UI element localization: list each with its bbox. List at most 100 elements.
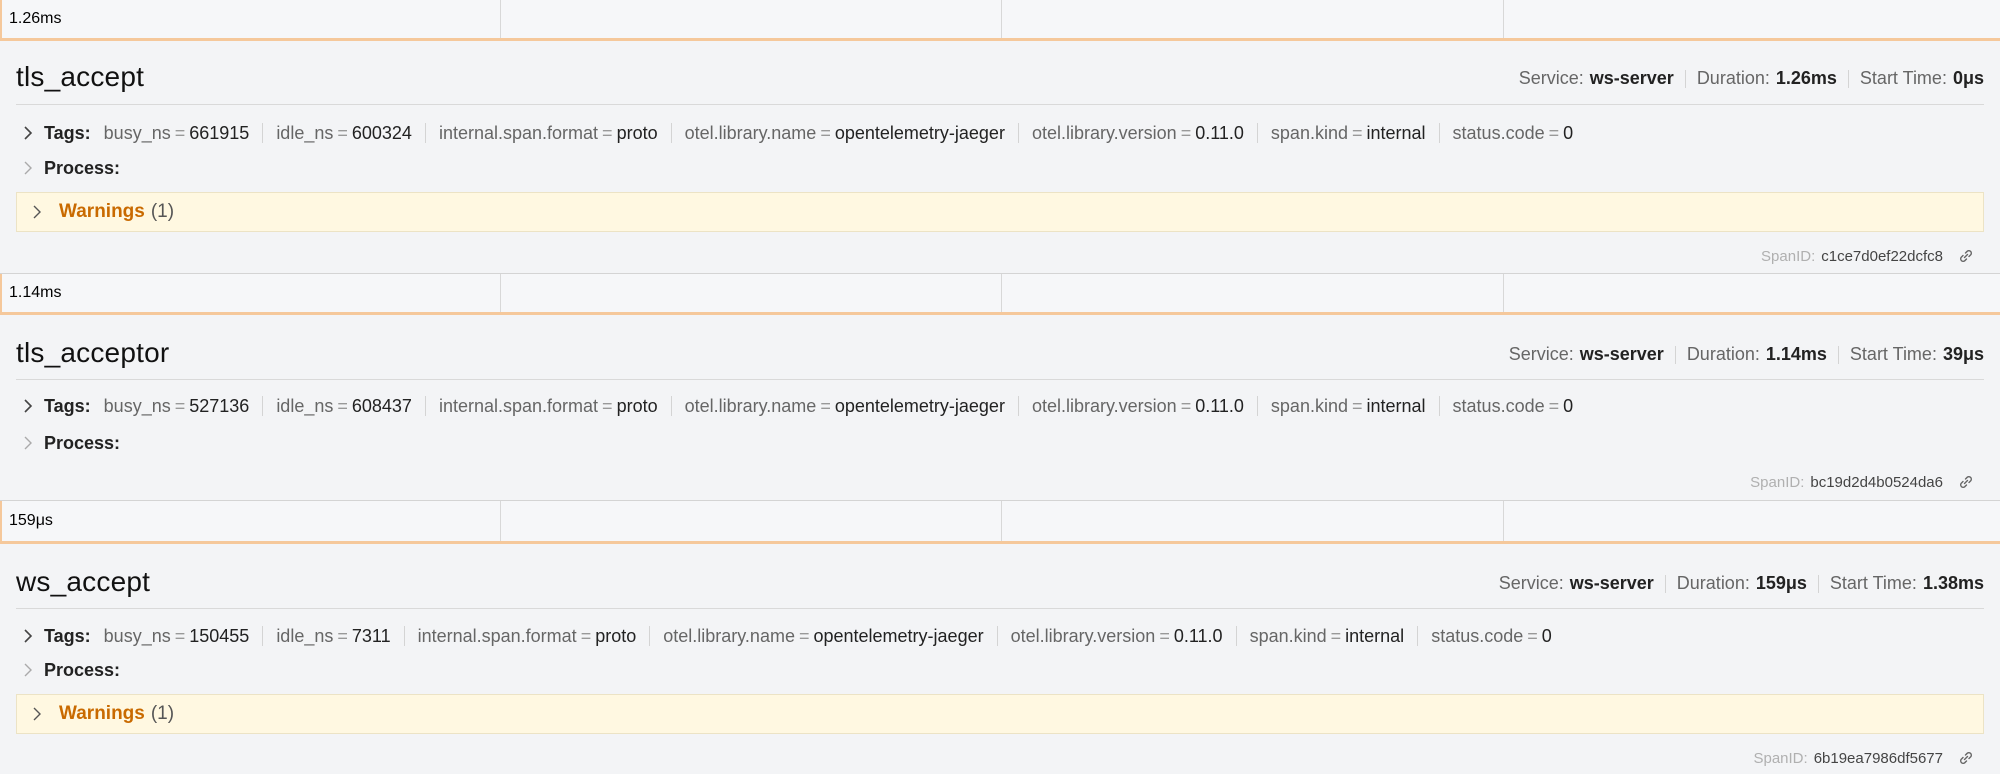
ruler-duration-label: 1.26ms <box>9 10 62 27</box>
span-title: ws_accept <box>16 566 151 597</box>
service-key: Service: <box>1498 573 1564 593</box>
span-detail-tls-accept: tls_accept Service: ws-server Duration: 1.… <box>0 41 2000 273</box>
ruler-tick <box>1001 0 1002 38</box>
span-id-key: SpanID: <box>1753 749 1808 767</box>
span-title: tls_accept <box>16 61 145 92</box>
tag-item: otel.library.name = opentelemetry-jaeger <box>684 122 1005 143</box>
chevron-right-icon[interactable] <box>20 157 38 179</box>
span-id: SpanID: bc19d2d4b0524da6 <box>1750 473 1975 491</box>
duration-value: 1.14ms <box>1765 344 1827 364</box>
duration-value: 159μs <box>1755 573 1807 593</box>
span-id-value: c1ce7d0ef22dcfc8 <box>1821 247 1943 265</box>
process-label: Process: <box>44 157 121 178</box>
span-id-key: SpanID: <box>1761 247 1816 265</box>
process-label: Process: <box>44 659 121 680</box>
chevron-right-icon[interactable] <box>20 659 38 681</box>
tags-label: Tags: <box>44 395 91 416</box>
tags-row[interactable]: Tags: busy_ns = 527136 idle_ns = 608437 inte… <box>16 392 1984 420</box>
start-time-key: Start Time: <box>1829 573 1917 593</box>
tag-item: status.code = 0 <box>1452 122 1574 143</box>
tag-item: otel.library.name = opentelemetry-jaeger <box>663 625 984 646</box>
timeline-ruler: 1.26ms <box>0 0 2000 41</box>
process-row[interactable]: Process: <box>16 656 1984 684</box>
tag-item: status.code = 0 <box>1431 625 1552 646</box>
span-meta: Service: ws-server Duration: 1.26ms Start … <box>1519 68 1984 89</box>
ruler-duration-label: 159μs <box>9 512 53 529</box>
duration-value: 1.26ms <box>1775 68 1837 88</box>
start-time-key: Start Time: <box>1859 68 1947 88</box>
chevron-right-icon[interactable] <box>20 122 38 144</box>
tags-label: Tags: <box>44 122 91 143</box>
start-time-value: 0μs <box>1952 68 1984 88</box>
warnings-panel[interactable]: Warnings (1) <box>16 192 1984 232</box>
tag-item: status.code = 0 <box>1452 395 1574 416</box>
span-detail-ws-accept: ws_accept Service: ws-server Duration: 159… <box>0 544 2000 774</box>
tag-item: otel.library.version = 0.11.0 <box>1031 395 1244 416</box>
tag-item: busy_ns = 527136 <box>103 395 250 416</box>
tag-item: idle_ns = 608437 <box>276 395 412 416</box>
tag-item: idle_ns = 7311 <box>276 625 391 646</box>
warnings-label: Warnings <box>59 703 145 724</box>
process-row[interactable]: Process: <box>16 154 1984 182</box>
tag-item: span.kind = internal <box>1270 122 1426 143</box>
ruler-tick <box>1503 274 1504 312</box>
span-bar-start <box>0 501 2 541</box>
start-time-value: 39μs <box>1942 344 1984 364</box>
timeline-ruler: 159μs <box>0 501 2000 544</box>
warnings-label: Warnings <box>59 201 145 222</box>
link-icon[interactable] <box>1957 749 1975 767</box>
duration-key: Duration: <box>1696 68 1770 88</box>
ruler-tick <box>500 0 501 38</box>
tag-item: internal.span.format = proto <box>438 395 658 416</box>
tag-item: busy_ns = 150455 <box>103 625 250 646</box>
start-time-key: Start Time: <box>1849 344 1937 364</box>
span-id: SpanID: c1ce7d0ef22dcfc8 <box>1761 247 1975 265</box>
span-id-value: bc19d2d4b0524da6 <box>1810 473 1943 491</box>
chevron-right-icon[interactable] <box>20 625 38 647</box>
chevron-right-icon[interactable] <box>29 201 47 223</box>
span-detail-tls-acceptor: tls_acceptor Service: ws-server Duration:… <box>0 315 2000 500</box>
service-value: ws-server <box>1569 573 1654 593</box>
process-label: Process: <box>44 432 121 453</box>
ruler-tick <box>1001 501 1002 541</box>
warnings-count: (1) <box>150 703 175 724</box>
tag-item: otel.library.version = 0.11.0 <box>1031 122 1244 143</box>
link-icon[interactable] <box>1957 473 1975 491</box>
service-value: ws-server <box>1589 68 1674 88</box>
service-key: Service: <box>1518 68 1584 88</box>
span-id-value: 6b19ea7986df5677 <box>1813 749 1943 767</box>
span-id: SpanID: 6b19ea7986df5677 <box>1753 749 1975 767</box>
timeline-ruler: 1.14ms <box>0 274 2000 315</box>
span-title: tls_acceptor <box>16 337 170 368</box>
span-meta: Service: ws-server Duration: 1.14ms Start … <box>1509 344 1984 365</box>
process-row[interactable]: Process: <box>16 429 1984 457</box>
span-meta: Service: ws-server Duration: 159μs Start T… <box>1499 573 1984 594</box>
service-key: Service: <box>1508 344 1574 364</box>
tag-item: span.kind = internal <box>1270 395 1426 416</box>
tag-item: internal.span.format = proto <box>417 625 637 646</box>
warnings-panel[interactable]: Warnings (1) <box>16 694 1984 734</box>
ruler-duration-label: 1.14ms <box>9 284 62 301</box>
span-bar-start <box>0 0 2 38</box>
service-value: ws-server <box>1579 344 1664 364</box>
tag-item: internal.span.format = proto <box>438 122 658 143</box>
duration-key: Duration: <box>1676 573 1750 593</box>
header-divider <box>16 608 1984 609</box>
tags-label: Tags: <box>44 625 91 646</box>
tags-row[interactable]: Tags: busy_ns = 661915 idle_ns = 600324 inte… <box>16 119 1984 147</box>
span-bar-start <box>0 274 2 312</box>
link-icon[interactable] <box>1957 247 1975 265</box>
ruler-tick <box>500 501 501 541</box>
tags-row[interactable]: Tags: busy_ns = 150455 idle_ns = 7311 intern… <box>16 622 1984 650</box>
header-divider <box>16 104 1984 105</box>
chevron-right-icon[interactable] <box>20 432 38 454</box>
tag-item: span.kind = internal <box>1249 625 1405 646</box>
chevron-right-icon[interactable] <box>20 395 38 417</box>
span-id-key: SpanID: <box>1750 473 1805 491</box>
ruler-tick <box>1503 501 1504 541</box>
tag-item: busy_ns = 661915 <box>103 122 250 143</box>
chevron-right-icon[interactable] <box>29 703 47 725</box>
ruler-tick <box>1001 274 1002 312</box>
ruler-tick <box>1503 0 1504 38</box>
header-divider <box>16 379 1984 380</box>
